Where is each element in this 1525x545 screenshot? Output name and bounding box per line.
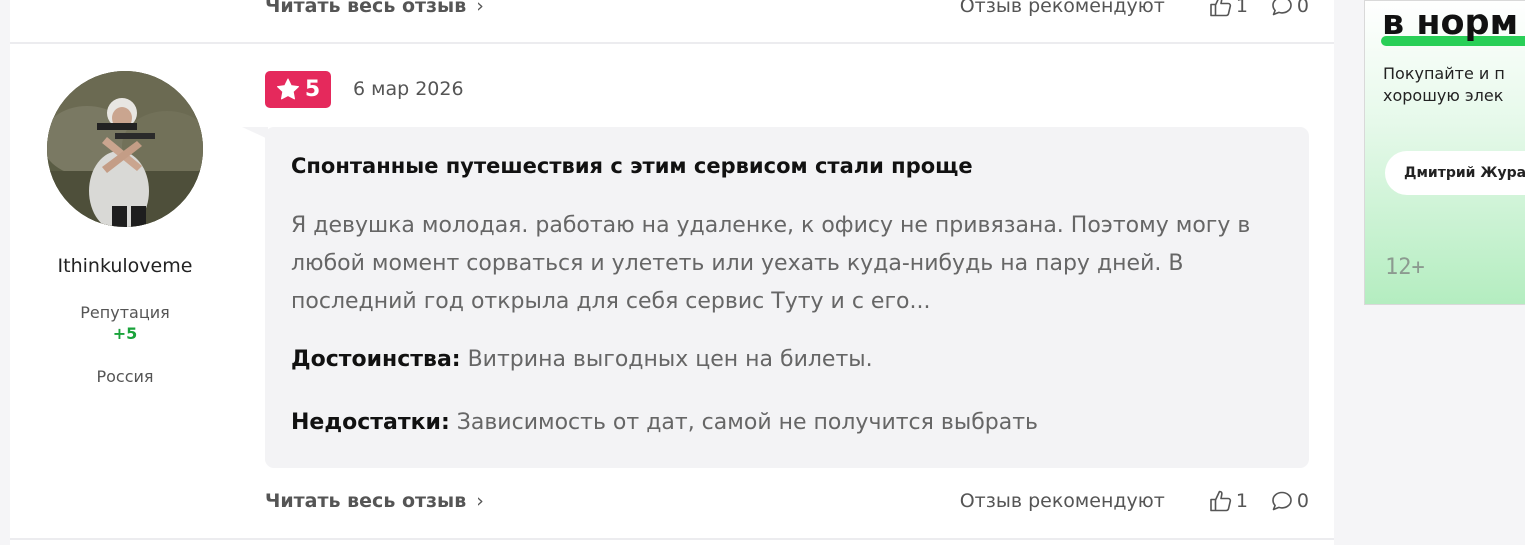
thumbs-up-icon — [1210, 490, 1231, 512]
previous-read-full-link[interactable]: Читать весь отзыв › — [265, 0, 484, 17]
ad-text: Покупайте и п хорошую элек — [1383, 63, 1525, 107]
comment-count: 0 — [1296, 490, 1309, 512]
ad-text-line: хорошую элек — [1383, 86, 1504, 105]
rating-value: 5 — [304, 77, 321, 102]
like-button[interactable]: 1 — [1209, 0, 1248, 17]
chevron-right-icon: › — [476, 0, 484, 17]
avatar-image — [47, 71, 203, 227]
comment-bubble-icon — [1272, 0, 1292, 16]
ad-headline: в норм — [1382, 3, 1519, 43]
pros-text: Витрина выгодных цен на билеты. — [467, 347, 873, 372]
review-author: Ithinkuloveme Репутация +5 Россия — [10, 60, 240, 386]
reputation-label: Репутация — [80, 303, 170, 322]
review-cons: Недостатки: Зависимость от дат, самой не… — [291, 410, 1038, 435]
ad-text-line: Покупайте и п — [1383, 64, 1505, 83]
ad-age-rating: 12+ — [1385, 255, 1425, 280]
pros-label: Достоинства: — [291, 347, 461, 372]
author-country: Россия — [96, 367, 154, 386]
review-footer: Читать весь отзыв › Отзыв рекомендуют 1 … — [265, 487, 1309, 515]
review-stats: Отзыв рекомендуют 1 0 — [960, 490, 1309, 512]
comment-button[interactable]: 0 — [1270, 0, 1309, 17]
cons-label: Недостатки: — [291, 410, 450, 435]
page: Читать весь отзыв › Отзыв рекомендуют 1 … — [0, 0, 1525, 545]
comment-count: 0 — [1296, 0, 1309, 17]
read-full-label: Читать весь отзыв — [265, 490, 467, 512]
reviews-column: Читать весь отзыв › Отзыв рекомендуют 1 … — [10, 0, 1334, 545]
reputation-value: +5 — [112, 324, 138, 343]
read-full-label: Читать весь отзыв — [265, 0, 467, 17]
recommend-label: Отзыв рекомендуют — [959, 490, 1165, 512]
divider — [10, 538, 1334, 540]
author-name[interactable]: Ithinkuloveme — [10, 255, 240, 277]
like-button[interactable]: 1 — [1209, 490, 1248, 512]
review-title[interactable]: Спонтанные путешествия с этим сервисом с… — [291, 154, 973, 178]
review-pros: Достоинства: Витрина выгодных цен на бил… — [291, 347, 873, 372]
like-count: 1 — [1235, 0, 1248, 17]
comment-bubble-icon — [1272, 491, 1292, 511]
cons-text: Зависимость от дат, самой не получится в… — [456, 410, 1039, 435]
chevron-right-icon: › — [476, 490, 484, 512]
avatar[interactable] — [47, 71, 203, 227]
previous-review-stats: Отзыв рекомендуют 1 0 — [960, 0, 1309, 17]
previous-review-footer: Читать весь отзыв › Отзыв рекомендуют 1 … — [265, 0, 1309, 20]
thumbs-up-icon — [1210, 0, 1231, 17]
review-date: 6 мар 2026 — [353, 78, 464, 100]
review-card[interactable]: Спонтанные путешествия с этим сервисом с… — [265, 127, 1309, 468]
like-count: 1 — [1235, 490, 1248, 512]
previous-review: Читать весь отзыв › Отзыв рекомендуют 1 … — [10, 0, 1334, 44]
read-full-link[interactable]: Читать весь отзыв › — [265, 490, 484, 512]
comment-button[interactable]: 0 — [1270, 490, 1309, 512]
ad-author-pill[interactable]: Дмитрий Жура — [1385, 151, 1525, 195]
recommend-label: Отзыв рекомендуют — [959, 0, 1165, 17]
star-icon — [276, 78, 299, 100]
review-text: Я девушка молодая. работаю на удаленке, … — [291, 213, 1251, 314]
advertisement[interactable]: в норм Покупайте и п хорошую элек Дмитри… — [1364, 0, 1525, 305]
rating-badge: 5 — [265, 71, 331, 108]
